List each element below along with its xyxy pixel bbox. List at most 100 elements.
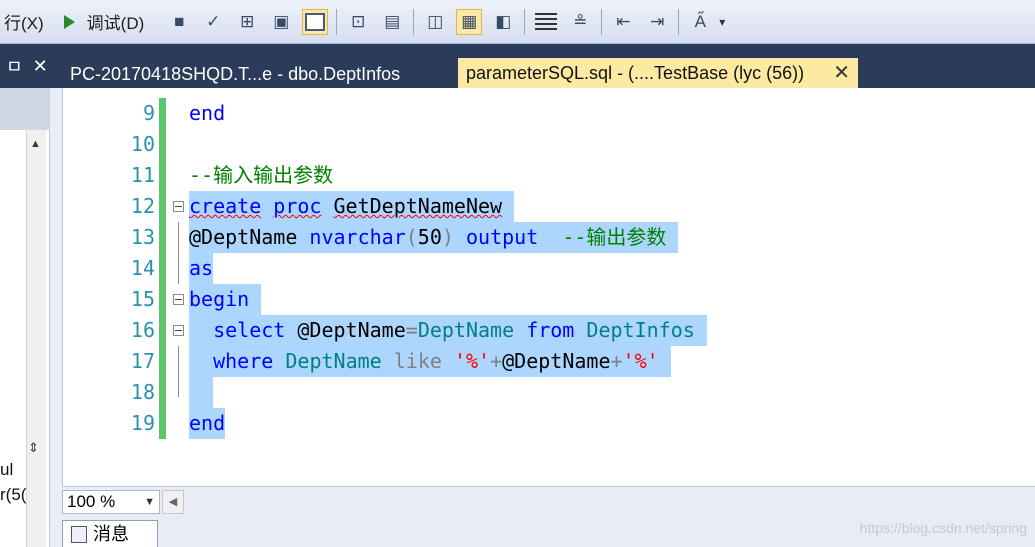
decrease-indent-icon[interactable]: ⇤ (610, 9, 636, 35)
line-number: 13 (130, 225, 155, 249)
change-marker (159, 222, 166, 253)
comment-icon[interactable] (533, 9, 559, 35)
object-explorer-panel: ㅁ ✕ ▲ ⇕ ul r(5( (0, 44, 62, 547)
panel-body: ▲ ⇕ ul r(5( (0, 130, 50, 547)
change-marker (159, 129, 166, 160)
fold-guide (178, 222, 179, 253)
zoom-select[interactable]: 100 % ▼ (62, 490, 160, 514)
code-text: end (189, 408, 226, 439)
line-number: 12 (130, 194, 155, 218)
separator (601, 8, 603, 35)
panel-header: ㅁ ✕ (0, 44, 62, 88)
change-marker (159, 315, 166, 346)
results-file-icon[interactable]: ◧ (490, 9, 516, 35)
line-number: 11 (130, 163, 155, 187)
separator (413, 8, 415, 35)
code-text: create proc GetDeptNameNew (189, 191, 515, 222)
code-line: 12 create proc GetDeptNameNew (63, 191, 1035, 222)
line-number: 18 (130, 380, 155, 404)
watermark: https://blog.csdn.net/spring (859, 520, 1027, 536)
fold-guide (178, 377, 179, 397)
zoom-value: 100 % (67, 492, 116, 511)
include-plan-icon[interactable]: ▤ (379, 9, 405, 35)
partial-text: r(5( (0, 485, 27, 504)
execute-menu[interactable]: 行(X) (4, 9, 44, 34)
change-marker (159, 346, 166, 377)
toolbar: 行(X) 调试(D) ■ ✓ ⊞ ▣ ⊡ ▤ ◫ ▦ ◧ ≗ ⇤ ⇥ A̋ ▾ (0, 0, 1035, 44)
results-to-grid-icon[interactable] (302, 8, 329, 35)
tab-deptinfos[interactable]: PC-20170418SHQD.T...e - dbo.DeptInfos (62, 60, 408, 88)
line-number: 19 (130, 411, 155, 435)
code-text: end (189, 101, 226, 125)
code-text: --输入输出参数 (189, 163, 334, 187)
debug-label: 调试(D) (86, 14, 145, 33)
window-icon[interactable]: ▣ (268, 9, 294, 35)
change-marker (159, 253, 166, 284)
code-text: @DeptName nvarchar(50) output --输出参数 (189, 222, 679, 253)
code-text: begin (189, 284, 262, 315)
code-line: 13 @DeptName nvarchar(50) output --输出参数 (63, 222, 1035, 253)
close-tab-icon[interactable]: ✕ (833, 58, 850, 88)
tab-parametersql[interactable]: parameterSQL.sql - (....TestBase (lyc (5… (458, 58, 858, 88)
results-pane: 消息 https://blog.csdn.net/spring (62, 516, 1035, 547)
collapse-icon[interactable] (173, 325, 184, 336)
code-text: as (189, 253, 214, 284)
specify-values-icon[interactable]: A̋ (687, 9, 713, 35)
uncomment-icon[interactable]: ≗ (567, 9, 593, 35)
code-line: 14 as (63, 253, 1035, 284)
stop-icon[interactable]: ■ (166, 9, 192, 35)
debug-button[interactable]: 调试(D) (58, 9, 145, 34)
estimated-plan-icon[interactable]: ⊡ (345, 9, 371, 35)
play-icon (63, 14, 75, 29)
scroll-up-icon[interactable]: ▲ (30, 138, 41, 150)
change-marker (159, 408, 166, 439)
line-number: 15 (130, 287, 155, 311)
separator (524, 8, 526, 35)
code-line: 16 select @DeptName=DeptName from DeptIn… (63, 315, 1035, 346)
change-marker (159, 377, 166, 408)
chevron-down-icon[interactable]: ▼ (144, 491, 155, 513)
check-icon[interactable]: ✓ (200, 9, 226, 35)
line-number: 14 (130, 256, 155, 280)
code-line: 15 begin (63, 284, 1035, 315)
begin-keyword: begin (189, 287, 250, 311)
code-line: 18 (63, 377, 1035, 408)
document-tabs: PC-20170418SHQD.T...e - dbo.DeptInfos pa… (62, 44, 1035, 88)
code-line: 19 end (63, 408, 1035, 439)
code-line: 9 end (63, 98, 1035, 129)
vertical-scrollbar[interactable] (26, 130, 46, 547)
results-grid-icon[interactable]: ▦ (456, 8, 483, 35)
fold-guide (178, 346, 179, 377)
code-text (189, 377, 214, 408)
toolbar-overflow-icon[interactable]: ▾ (719, 15, 725, 29)
code-editor[interactable]: 9 end 10 11 --输入输出参数 12 create proc GetD… (62, 88, 1035, 486)
query-plan-icon[interactable]: ⊞ (234, 9, 260, 35)
close-panel-icon[interactable]: ✕ (33, 56, 48, 77)
panel-toolbar (0, 88, 50, 130)
line-number: 16 (130, 318, 155, 342)
splitter-icon[interactable]: ⇕ (28, 440, 39, 456)
collapse-icon[interactable] (173, 294, 184, 305)
collapse-icon[interactable] (173, 201, 184, 212)
separator (336, 8, 338, 35)
line-number: 9 (142, 101, 155, 125)
change-marker (159, 98, 166, 129)
code-line: 11 --输入输出参数 (63, 160, 1035, 191)
partial-text: ul (0, 460, 14, 479)
code-line: 17 where DeptName like '%'+@DeptName+'%' (63, 346, 1035, 377)
code-text: select @DeptName=DeptName from DeptInfos (189, 315, 707, 346)
separator (678, 8, 680, 35)
messages-icon (71, 526, 87, 543)
tab-messages[interactable]: 消息 (62, 520, 158, 547)
scroll-left-icon[interactable]: ◀ (162, 490, 184, 514)
line-number: 17 (130, 349, 155, 373)
increase-indent-icon[interactable]: ⇥ (644, 9, 670, 35)
results-text-icon[interactable]: ◫ (422, 9, 448, 35)
code-line: 10 (63, 129, 1035, 160)
change-marker (159, 191, 166, 222)
pin-icon[interactable]: ㅁ (6, 53, 23, 79)
change-marker (159, 160, 166, 191)
fold-guide (178, 253, 179, 284)
line-number: 10 (130, 132, 155, 156)
editor-statusbar: 100 % ▼ ◀ (62, 486, 1035, 516)
